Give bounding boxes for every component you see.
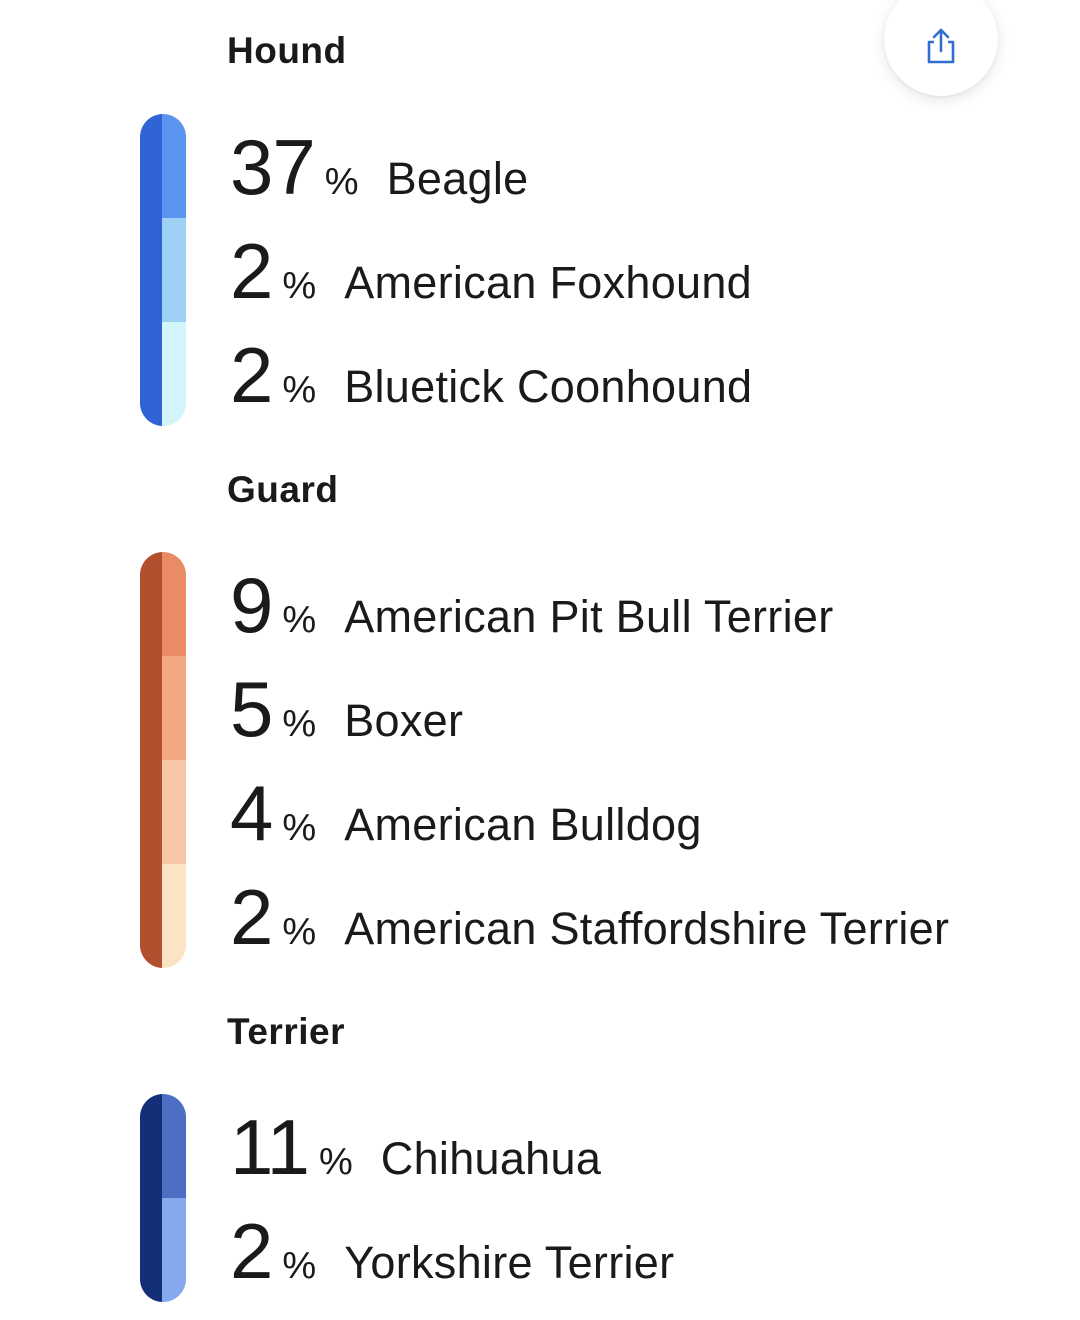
breed-name: Yorkshire Terrier — [344, 1237, 675, 1288]
breed-row-boxer[interactable]: 5 % Boxer — [230, 657, 463, 761]
percent-value: 9 — [230, 561, 273, 649]
breed-row-american-foxhound[interactable]: 2 % American Foxhound — [230, 219, 752, 323]
ancestry-bar-terrier — [140, 1094, 186, 1302]
breed-name: Boxer — [344, 695, 464, 746]
percent-value: 2 — [230, 227, 273, 315]
bar-segment-beagle — [162, 114, 186, 218]
share-icon — [927, 28, 955, 64]
breed-name: Bluetick Coonhound — [344, 361, 753, 412]
percent-sign: % — [282, 1245, 317, 1287]
breed-name: Chihuahua — [380, 1133, 602, 1184]
percent-value: 5 — [230, 665, 273, 753]
bar-segment-boxer — [162, 656, 186, 760]
percent-sign: % — [318, 1141, 353, 1183]
breed-name: American Bulldog — [344, 799, 702, 850]
bar-strip — [140, 1094, 162, 1302]
percent-sign: % — [282, 599, 317, 641]
bar-strip — [140, 552, 162, 968]
group-title-terrier: Terrier — [227, 1011, 345, 1052]
bar-segment-chihuahua — [162, 1094, 186, 1198]
percent-value: 2 — [230, 1207, 273, 1295]
share-button[interactable] — [884, 0, 998, 96]
ancestry-bar-guard — [140, 552, 186, 968]
breed-row-american-pit-bull-terrier[interactable]: 9 % American Pit Bull Terrier — [230, 553, 834, 657]
percent-sign: % — [282, 911, 317, 953]
breed-row-chihuahua[interactable]: 11 % Chihuahua — [230, 1095, 601, 1199]
breed-name: American Staffordshire Terrier — [344, 903, 950, 954]
bar-segment-american-pit-bull-terrier — [162, 552, 186, 656]
breed-row-yorkshire-terrier[interactable]: 2 % Yorkshire Terrier — [230, 1199, 674, 1303]
bar-segment-american-foxhound — [162, 218, 186, 322]
breed-row-beagle[interactable]: 37 % Beagle — [230, 115, 528, 219]
percent-value: 2 — [230, 331, 273, 419]
group-title-hound: Hound — [227, 30, 347, 71]
ancestry-bar-hound — [140, 114, 186, 426]
percent-value: 37 — [230, 123, 316, 211]
group-title-guard: Guard — [227, 469, 339, 510]
percent-sign: % — [282, 807, 317, 849]
breed-row-bluetick-coonhound[interactable]: 2 % Bluetick Coonhound — [230, 323, 752, 427]
percent-value: 11 — [230, 1103, 310, 1191]
breed-name: American Pit Bull Terrier — [344, 591, 834, 642]
breed-name: Beagle — [386, 153, 529, 204]
breed-row-american-bulldog[interactable]: 4 % American Bulldog — [230, 761, 702, 865]
percent-sign: % — [324, 161, 359, 203]
bar-segment-american-staffordshire-terrier — [162, 864, 186, 968]
percent-sign: % — [282, 369, 317, 411]
percent-sign: % — [282, 265, 317, 307]
bar-segment-american-bulldog — [162, 760, 186, 864]
breed-name: American Foxhound — [344, 257, 753, 308]
percent-value: 4 — [230, 769, 273, 857]
percent-sign: % — [282, 703, 317, 745]
bar-segment-yorkshire-terrier — [162, 1198, 186, 1302]
bar-strip — [140, 114, 162, 426]
percent-value: 2 — [230, 873, 273, 961]
bar-segment-bluetick-coonhound — [162, 322, 186, 426]
breed-row-american-staffordshire-terrier[interactable]: 2 % American Staffordshire Terrier — [230, 865, 949, 969]
